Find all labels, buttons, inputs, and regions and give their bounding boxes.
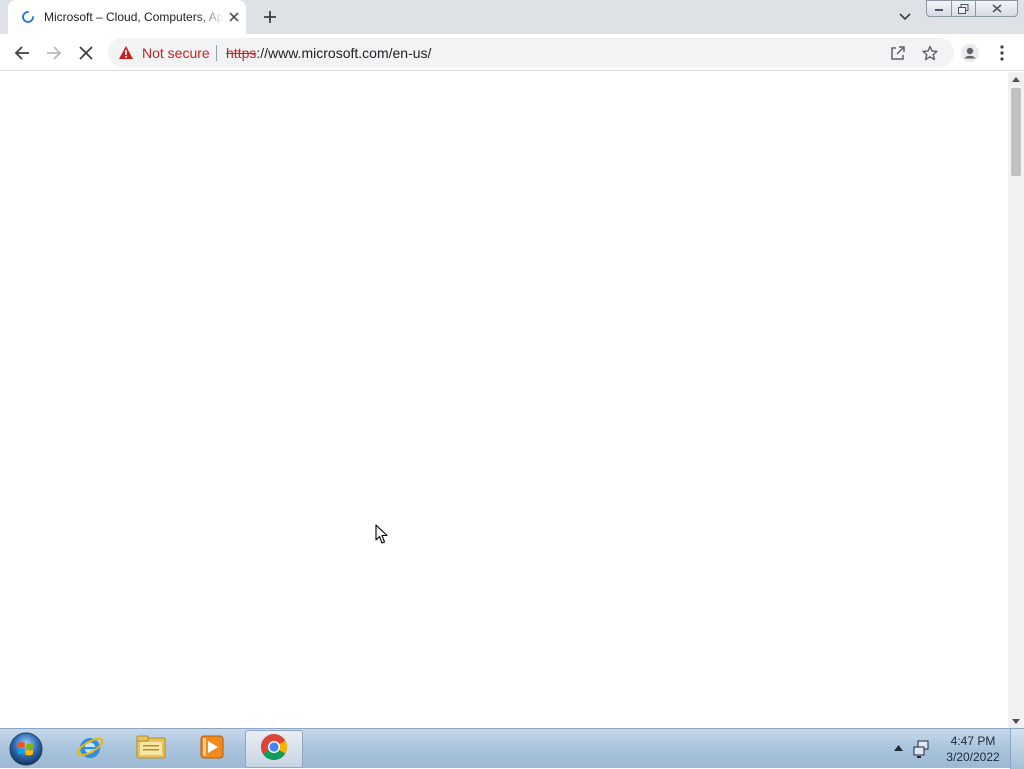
- bookmark-star-icon[interactable]: [920, 43, 940, 63]
- clock-time: 4:47 PM: [950, 734, 996, 748]
- omnibox-divider: [216, 45, 217, 61]
- network-icon[interactable]: [912, 739, 932, 759]
- security-status-label[interactable]: Not secure: [142, 45, 210, 61]
- browser-toolbar: Not secure https://www.microsoft.com/en-…: [0, 34, 1024, 71]
- profile-button[interactable]: [957, 40, 983, 66]
- restore-button[interactable]: [952, 0, 976, 17]
- tray-overflow-arrow-icon[interactable]: [891, 741, 905, 755]
- clock-date: 3/20/2022: [946, 750, 1000, 764]
- mouse-pointer-icon: [375, 524, 389, 545]
- window-controls: [926, 0, 1018, 18]
- menu-kebab-icon[interactable]: [989, 40, 1015, 66]
- new-tab-button[interactable]: [258, 5, 282, 29]
- folder-icon: [135, 732, 167, 767]
- scroll-down-arrow-icon[interactable]: [1008, 714, 1024, 728]
- minimize-button[interactable]: [926, 0, 952, 17]
- stop-button[interactable]: [73, 40, 99, 66]
- media-player-icon: [197, 732, 227, 767]
- taskbar: 4:47 PM 3/20/2022: [0, 728, 1024, 769]
- taskbar-media-player[interactable]: [183, 730, 241, 768]
- warning-triangle-icon[interactable]: [118, 45, 134, 60]
- loading-spinner-icon: [20, 9, 36, 25]
- internet-explorer-icon: [75, 732, 105, 767]
- chrome-icon: [259, 732, 289, 767]
- taskbar-chrome[interactable]: [245, 730, 303, 768]
- share-icon[interactable]: [888, 43, 908, 63]
- forward-button[interactable]: [41, 40, 67, 66]
- url-rest: ://www.microsoft.com/en-us/: [256, 45, 432, 61]
- vertical-scrollbar[interactable]: [1008, 72, 1024, 728]
- show-desktop-button[interactable]: [1010, 729, 1024, 769]
- taskbar-file-explorer[interactable]: [122, 730, 180, 768]
- page-content: [0, 72, 1008, 728]
- url-text[interactable]: https://www.microsoft.com/en-us/: [226, 45, 431, 61]
- window-close-button[interactable]: [976, 0, 1018, 17]
- tab-close-icon[interactable]: [226, 9, 242, 25]
- taskbar-internet-explorer[interactable]: [61, 730, 119, 768]
- url-scheme: https: [226, 45, 257, 61]
- back-button[interactable]: [9, 40, 35, 66]
- address-bar[interactable]: Not secure https://www.microsoft.com/en-…: [108, 38, 954, 67]
- scrollbar-thumb[interactable]: [1011, 88, 1021, 176]
- browser-tab[interactable]: Microsoft – Cloud, Computers, Apps & Gam…: [8, 0, 246, 34]
- tab-search-button[interactable]: [893, 6, 917, 28]
- scroll-up-arrow-icon[interactable]: [1008, 72, 1024, 86]
- tab-title: Microsoft – Cloud, Computers, Apps & Gam…: [44, 10, 224, 24]
- system-clock[interactable]: 4:47 PM 3/20/2022: [940, 733, 1006, 765]
- start-button[interactable]: [6, 730, 46, 768]
- tab-strip: Microsoft – Cloud, Computers, Apps & Gam…: [0, 0, 1024, 34]
